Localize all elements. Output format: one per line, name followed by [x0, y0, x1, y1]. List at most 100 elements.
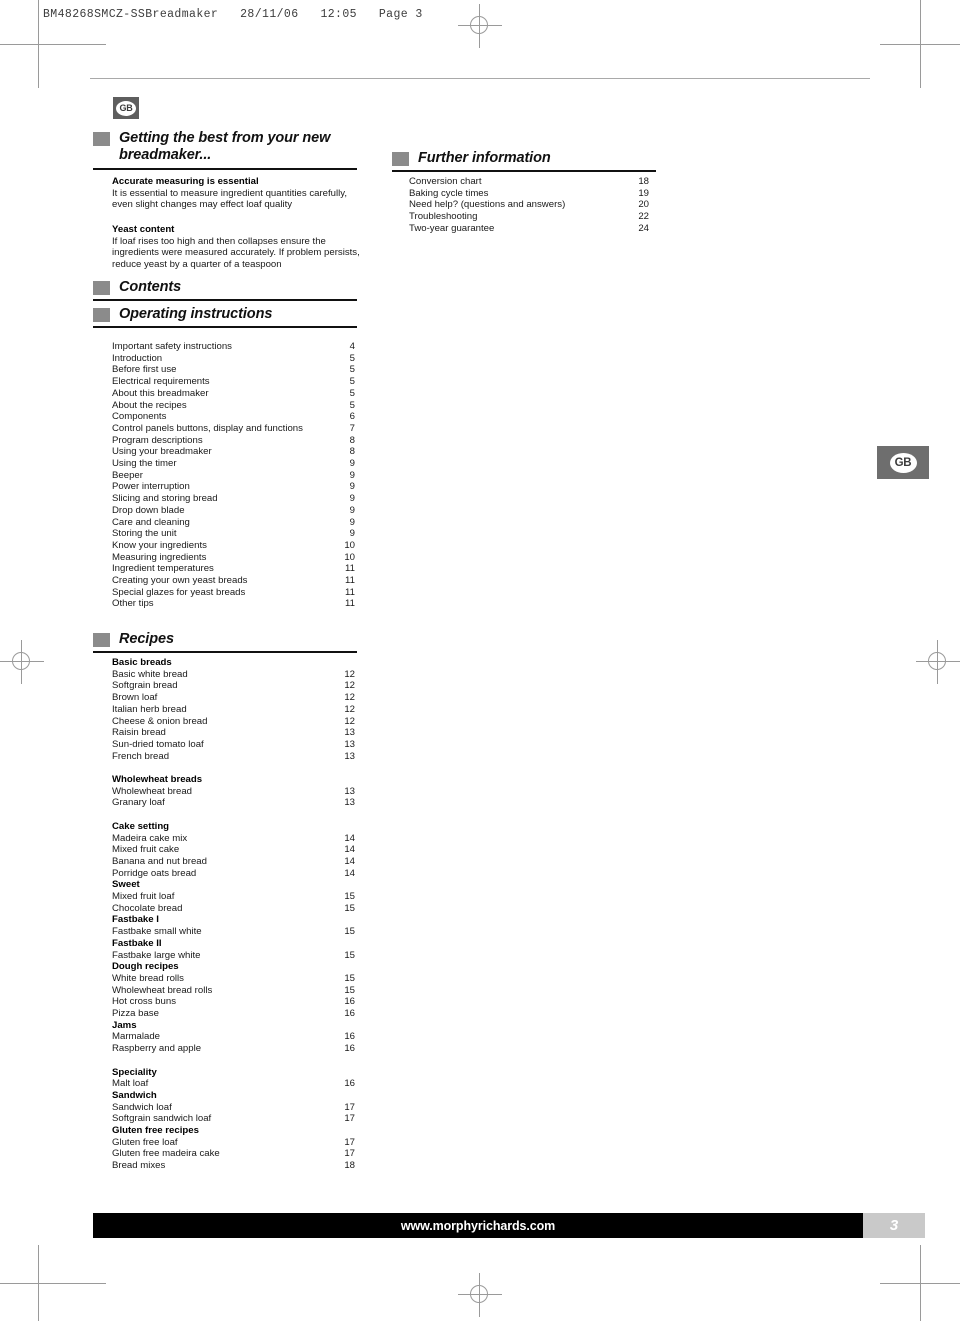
toc-row[interactable]: Special glazes for yeast breads 11	[112, 587, 355, 599]
toc-entry-page: 12	[344, 692, 355, 704]
toc-row[interactable]: Important safety instructions 4	[112, 341, 355, 353]
toc-entry-page: 13	[344, 785, 355, 797]
toc-entry-label: Malt loaf	[112, 1078, 149, 1090]
toc-row[interactable]: Program descriptions 8	[112, 435, 355, 447]
header-divider-rule	[90, 78, 870, 79]
toc-group-heading[interactable]: Wholewheat breads	[112, 774, 355, 786]
toc-row[interactable]: Hot cross buns 16	[112, 996, 355, 1008]
toc-row[interactable]: Before first use 5	[112, 364, 355, 376]
toc-row[interactable]: Marmalade 16	[112, 1031, 355, 1043]
toc-row[interactable]: Banana and nut bread 14	[112, 856, 355, 868]
toc-row[interactable]: Electrical requirements 5	[112, 376, 355, 388]
toc-entry-page: 20	[638, 199, 649, 211]
toc-row[interactable]: Measuring ingredients 10	[112, 552, 355, 564]
toc-entry-label: Softgrain bread	[112, 680, 178, 692]
toc-row[interactable]: About the recipes 5	[112, 400, 355, 412]
toc-group-heading[interactable]: Fastbake I	[112, 914, 355, 926]
toc-row[interactable]: Using the timer 9	[112, 458, 355, 470]
toc-group-heading[interactable]: Sweet	[112, 879, 355, 891]
toc-row[interactable]: Porridge oats bread 14	[112, 868, 355, 880]
toc-row[interactable]: Brown loaf 12	[112, 692, 355, 704]
toc-entry-page: 11	[345, 586, 355, 598]
toc-entry-label: Softgrain sandwich loaf	[112, 1113, 212, 1125]
toc-entry-label: Wholewheat bread	[112, 785, 192, 797]
toc-row[interactable]: White bread rolls 15	[112, 973, 355, 985]
toc-row[interactable]: Ingredient temperatures 11	[112, 563, 355, 575]
toc-row[interactable]: Pizza base 16	[112, 1008, 355, 1020]
toc-row[interactable]: Malt loaf 16	[112, 1078, 355, 1090]
side-tab-label: GB	[889, 452, 917, 473]
toc-entry-label: Sun-dried tomato loaf	[112, 738, 204, 750]
toc-row[interactable]: Softgrain bread 12	[112, 680, 355, 692]
toc-entry-label: Introduction	[112, 352, 163, 364]
toc-row[interactable]: Creating your own yeast breads 11	[112, 575, 355, 587]
print-slug-line: BM48268SMCZ-SSBreadmaker 28/11/06 12:05 …	[43, 8, 423, 21]
toc-row[interactable]: Drop down blade 9	[112, 505, 355, 517]
toc-entry-label: About this breadmaker	[112, 387, 209, 399]
toc-row[interactable]: Raisin bread 13	[112, 727, 355, 739]
toc-entry-label: Know your ingredients	[112, 539, 207, 551]
toc-row[interactable]: Mixed fruit cake 14	[112, 844, 355, 856]
toc-entry-page: 15	[344, 972, 355, 984]
toc-entry-page: 18	[638, 176, 649, 187]
toc-row[interactable]: Gluten free loaf 17	[112, 1137, 355, 1149]
toc-row[interactable]: Raspberry and apple 16	[112, 1043, 355, 1055]
toc-row[interactable]: Sandwich loaf 17	[112, 1102, 355, 1114]
toc-entry-label: Sweet	[112, 879, 140, 891]
toc-row[interactable]: Fastbake large white 15	[112, 950, 355, 962]
toc-row[interactable]: Beeper 9	[112, 470, 355, 482]
toc-group-heading[interactable]: Speciality	[112, 1067, 355, 1079]
toc-row[interactable]: Bread mixes 18	[112, 1160, 355, 1172]
toc-row[interactable]: Gluten free madeira cake 17	[112, 1148, 355, 1160]
toc-entry-page: 5	[349, 352, 355, 364]
crop-mark-bottom-right-horizontal	[880, 1283, 960, 1284]
toc-row[interactable]: Slicing and storing bread 9	[112, 493, 355, 505]
toc-group-heading[interactable]: Gluten free recipes	[112, 1125, 355, 1137]
toc-row[interactable]: Other tips 11	[112, 598, 355, 610]
toc-entry-page: 9	[349, 493, 355, 505]
intro-body: If loaf rises too high and then collapse…	[112, 235, 360, 270]
toc-entry-label: Jams	[112, 1019, 137, 1031]
toc-row[interactable]: Fastbake small white 15	[112, 926, 355, 938]
toc-row[interactable]: Care and cleaning 9	[112, 517, 355, 529]
toc-entry-label: Power interruption	[112, 481, 190, 493]
toc-entry-page: 4	[349, 341, 355, 352]
toc-row[interactable]: Sun-dried tomato loaf 13	[112, 739, 355, 751]
toc-row[interactable]: Using your breadmaker 8	[112, 446, 355, 458]
toc-row[interactable]: Italian herb bread 12	[112, 704, 355, 716]
toc-entry-page: 12	[344, 680, 355, 692]
toc-row[interactable]: Conversion chart 18	[409, 176, 649, 188]
toc-row[interactable]: Cheese & onion bread 12	[112, 716, 355, 728]
toc-row[interactable]: Chocolate bread 15	[112, 903, 355, 915]
toc-row[interactable]: Introduction 5	[112, 353, 355, 365]
toc-row[interactable]: Baking cycle times 19	[409, 188, 649, 200]
toc-row[interactable]: Wholewheat bread rolls 15	[112, 985, 355, 997]
toc-row[interactable]: Storing the unit 9	[112, 528, 355, 540]
toc-row[interactable]: Madeira cake mix 14	[112, 833, 355, 845]
heading-bullet-square	[392, 152, 409, 166]
toc-entry-label: About the recipes	[112, 399, 187, 411]
toc-row[interactable]: Need help? (questions and answers) 20	[409, 199, 649, 211]
toc-entry-label: Raspberry and apple	[112, 1043, 202, 1055]
toc-row[interactable]: Power interruption 9	[112, 481, 355, 493]
toc-group-heading[interactable]: Fastbake II	[112, 938, 355, 950]
toc-row[interactable]: Wholewheat bread 13	[112, 786, 355, 798]
toc-row[interactable]: Softgrain sandwich loaf 17	[112, 1113, 355, 1125]
toc-group-heading[interactable]: Cake setting	[112, 821, 355, 833]
toc-row[interactable]: French bread 13	[112, 751, 355, 763]
toc-row[interactable]: About this breadmaker 5	[112, 388, 355, 400]
toc-group-heading[interactable]: Dough recipes	[112, 961, 355, 973]
toc-row[interactable]: Components 6	[112, 411, 355, 423]
toc-group-heading[interactable]: Jams	[112, 1020, 355, 1032]
toc-group-heading[interactable]: Basic breads	[112, 657, 355, 669]
toc-row[interactable]: Know your ingredients 10	[112, 540, 355, 552]
toc-row[interactable]: Control panels buttons, display and func…	[112, 423, 355, 435]
toc-row[interactable]: Mixed fruit loaf 15	[112, 891, 355, 903]
toc-spacer	[112, 809, 355, 821]
toc-row[interactable]: Troubleshooting 22	[409, 211, 649, 223]
toc-entry-label: Gluten free madeira cake	[112, 1148, 220, 1160]
toc-row[interactable]: Basic white bread 12	[112, 669, 355, 681]
toc-row[interactable]: Granary loaf 13	[112, 797, 355, 809]
toc-row[interactable]: Two-year guarantee 24	[409, 223, 649, 235]
toc-group-heading[interactable]: Sandwich	[112, 1090, 355, 1102]
